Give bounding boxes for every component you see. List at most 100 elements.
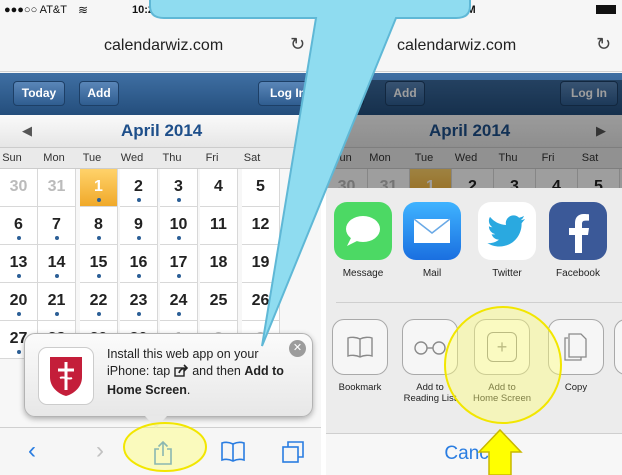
sheet-separator [336, 302, 622, 303]
address-bar[interactable]: calendarwiz.com ↻ [326, 20, 622, 72]
calendar-day-cell[interactable]: 19 [242, 245, 280, 283]
battery-label: 53% [252, 4, 275, 16]
app-logo-icon [38, 347, 94, 405]
calendar-day-cell[interactable]: 18 [200, 245, 238, 283]
calendar-day-cell[interactable]: 15 [80, 245, 118, 283]
install-web-app-popup: Install this web app on your iPhone: tap… [24, 333, 313, 417]
calendar-day-cell[interactable]: 17 [160, 245, 198, 283]
event-dot [177, 198, 181, 202]
action-bookmark[interactable]: Bookmark [330, 319, 390, 393]
action-label-line: Reading List [403, 393, 457, 404]
message-icon [334, 202, 392, 260]
action-label-line: Bookmark [338, 382, 382, 393]
reload-icon[interactable]: ↻ [596, 34, 611, 55]
weekday-label: Thu [162, 152, 182, 164]
calendar-day-cell[interactable]: 9 [120, 207, 158, 245]
weekday-label: Tue [82, 152, 102, 164]
back-icon[interactable]: ‹ [28, 438, 36, 464]
status-bar: ●●●○○ AT&T ≋ 10:27 PM ✱ 53% [0, 0, 322, 20]
share-sheet: Message Mail Twitter Facebook Bookmark A… [326, 188, 622, 475]
cancel-button[interactable]: Cancel [326, 433, 622, 475]
copy-icon [548, 319, 604, 375]
close-icon[interactable]: ✕ [289, 340, 306, 357]
action-label: Copy [546, 382, 606, 393]
calendar-day-cell[interactable]: 11 [200, 207, 238, 245]
popup-text: and then [192, 364, 241, 378]
share-app-message[interactable]: Message [334, 202, 392, 279]
calendar-day-cell[interactable]: 25 [200, 283, 238, 321]
popup-message: Install this web app on your iPhone: tap… [107, 346, 303, 399]
calendar-day-cell[interactable]: 21 [38, 283, 76, 321]
reload-icon[interactable]: ↻ [290, 34, 305, 55]
calendar-day-cell[interactable]: 30 [0, 169, 38, 207]
calendar-day-cell[interactable]: 8 [80, 207, 118, 245]
event-dot [137, 198, 141, 202]
event-dot [55, 236, 59, 240]
calendar-day-cell[interactable]: 26 [242, 283, 280, 321]
action-label: Add to Home Screen [472, 382, 532, 404]
status-bar: 10:41 PM [326, 0, 622, 20]
add-plus-icon: + [474, 319, 530, 375]
calendar-day-cell[interactable]: 20 [0, 283, 38, 321]
more-action-icon[interactable] [614, 319, 622, 375]
weekday-label: Wed [120, 152, 144, 164]
calendar-day-cell[interactable]: 31 [38, 169, 76, 207]
calendar-day-cell[interactable]: 23 [120, 283, 158, 321]
today-button[interactable]: Today [13, 81, 65, 106]
share-app-facebook[interactable]: Facebook [549, 202, 607, 279]
calendar-day-cell[interactable]: 10 [160, 207, 198, 245]
calendar-day-cell[interactable]: 16 [120, 245, 158, 283]
calendar-day-cell[interactable]: 3 [160, 169, 198, 207]
calendar-day-cell[interactable]: 13 [0, 245, 38, 283]
action-label: Bookmark [330, 382, 390, 393]
calendar-day-cell[interactable]: 1 [80, 169, 118, 207]
calendar-day-cell[interactable]: 2 [120, 169, 158, 207]
calendar-day-cell[interactable]: 6 [0, 207, 38, 245]
event-dot [17, 236, 21, 240]
share-app-label: Facebook [556, 268, 600, 279]
prev-month-icon[interactable]: ◀ [22, 123, 32, 139]
bookmarks-icon[interactable] [220, 441, 246, 469]
calendar-day-cell[interactable]: 12 [242, 207, 280, 245]
login-button[interactable]: Log In [258, 81, 318, 106]
action-label-line: Add to [488, 382, 516, 393]
facebook-icon [549, 202, 607, 260]
site-nav-bar: Today Add Log In [0, 73, 322, 115]
calendar-day-cell[interactable]: 24 [160, 283, 198, 321]
event-dot [55, 312, 59, 316]
battery-icon [596, 5, 616, 14]
action-add-to-reading-list[interactable]: Add to Reading List [400, 319, 460, 404]
calendar-day-cell[interactable]: 7 [38, 207, 76, 245]
mail-icon [403, 202, 461, 260]
tabs-icon[interactable] [281, 440, 305, 470]
share-app-twitter[interactable]: Twitter [478, 202, 536, 279]
url-text: calendarwiz.com [397, 37, 517, 54]
share-icon[interactable] [152, 440, 174, 472]
event-dot [17, 312, 21, 316]
event-dot [17, 350, 21, 354]
popup-text-end: . [186, 383, 191, 397]
action-label-line: Add to [416, 382, 444, 393]
left-phone-screen: ●●●○○ AT&T ≋ 10:27 PM ✱ 53% calendarwiz.… [0, 0, 322, 475]
calendar-day-cell[interactable]: 22 [80, 283, 118, 321]
event-dot [97, 198, 101, 202]
weekday-label: Mon [43, 152, 65, 164]
event-dot [97, 274, 101, 278]
action-copy[interactable]: Copy [546, 319, 606, 393]
address-bar[interactable]: calendarwiz.com ↻ [0, 20, 322, 72]
share-app-label: Twitter [492, 268, 522, 279]
weekday-label: Sun [2, 152, 22, 164]
calendar-day-cell[interactable]: 14 [38, 245, 76, 283]
calendar-day-cell[interactable]: 4 [200, 169, 238, 207]
forward-icon[interactable]: › [96, 438, 104, 464]
share-app-label: Message [342, 268, 384, 279]
action-add-to-home-screen[interactable]: + Add to Home Screen [472, 319, 532, 404]
add-button[interactable]: Add [79, 81, 119, 106]
calendar-day-cell[interactable]: 5 [242, 169, 280, 207]
event-dot [137, 312, 141, 316]
event-dot [177, 312, 181, 316]
battery-icon [281, 5, 301, 14]
month-title: April 2014 [121, 121, 203, 140]
popup-pointer [145, 416, 167, 428]
share-app-mail[interactable]: Mail [403, 202, 461, 279]
